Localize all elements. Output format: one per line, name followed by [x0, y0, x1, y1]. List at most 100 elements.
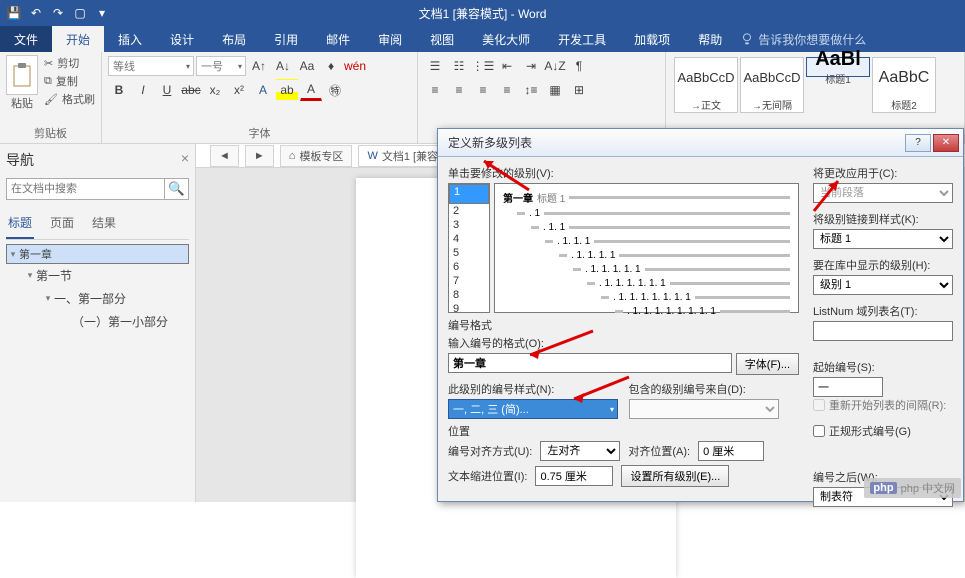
- apply-to-combo[interactable]: 当前段落: [813, 183, 953, 203]
- strike-button[interactable]: abc: [180, 79, 202, 101]
- style-item-nospacing[interactable]: AaBbCcD →无间隔: [740, 57, 804, 113]
- tree-item[interactable]: ▾一、第一部分: [6, 287, 189, 310]
- bold-button[interactable]: B: [108, 79, 130, 101]
- styles-gallery[interactable]: AaBbCcD →正文 AaBbCcD →无间隔 AaBl 标题1 AaBbC …: [672, 55, 958, 115]
- font-size-combo[interactable]: 一号: [196, 56, 246, 76]
- format-painter-button[interactable]: 🖌格式刷: [44, 91, 95, 107]
- tab-home[interactable]: 开始: [52, 26, 104, 52]
- tab-addins[interactable]: 加载项: [620, 26, 684, 52]
- tree-item[interactable]: （一）第一小部分: [6, 310, 189, 333]
- line-spacing-button[interactable]: ↕≡: [520, 79, 542, 101]
- close-button[interactable]: ✕: [933, 134, 959, 152]
- collapse-icon[interactable]: ▾: [7, 249, 19, 260]
- doctab-back[interactable]: ◄: [210, 145, 239, 167]
- tab-review[interactable]: 审阅: [364, 26, 416, 52]
- doctab-templates[interactable]: ⌂模板专区: [280, 145, 353, 167]
- list-item[interactable]: 4: [449, 232, 489, 246]
- start-at-input[interactable]: [813, 377, 883, 397]
- cut-button[interactable]: ✂剪切: [44, 55, 95, 71]
- tab-view[interactable]: 视图: [416, 26, 468, 52]
- sort-button[interactable]: A↓Z: [544, 55, 566, 77]
- show-marks-button[interactable]: ¶: [568, 55, 590, 77]
- collapse-icon[interactable]: ▾: [42, 293, 54, 304]
- list-item[interactable]: 3: [449, 218, 489, 232]
- set-all-levels-button[interactable]: 设置所有级别(E)...: [621, 465, 729, 487]
- tab-developer[interactable]: 开发工具: [544, 26, 620, 52]
- shading-button[interactable]: ▦: [544, 79, 566, 101]
- collapse-icon[interactable]: ▾: [24, 270, 36, 281]
- change-case-button[interactable]: Aa: [296, 55, 318, 77]
- save-icon[interactable]: 💾: [4, 3, 24, 23]
- listnum-input[interactable]: [813, 321, 953, 341]
- style-item-normal[interactable]: AaBbCcD →正文: [674, 57, 738, 113]
- tab-insert[interactable]: 插入: [104, 26, 156, 52]
- paste-button[interactable]: [6, 55, 38, 95]
- tree-item[interactable]: ▾第一章: [6, 244, 189, 264]
- copy-button[interactable]: ⧉复制: [44, 73, 95, 89]
- subscript-button[interactable]: x₂: [204, 79, 226, 101]
- highlight-button[interactable]: ab: [276, 79, 298, 101]
- tab-help[interactable]: 帮助: [684, 26, 736, 52]
- list-item[interactable]: 2: [449, 204, 489, 218]
- align-left-button[interactable]: ≡: [424, 79, 446, 101]
- numbering-button[interactable]: ☷: [448, 55, 470, 77]
- navtab-results[interactable]: 结果: [90, 210, 118, 239]
- redo-icon[interactable]: ↷: [48, 3, 68, 23]
- italic-button[interactable]: I: [132, 79, 154, 101]
- font-button[interactable]: 字体(F)...: [736, 353, 799, 375]
- tab-references[interactable]: 引用: [260, 26, 312, 52]
- align-right-button[interactable]: ≡: [472, 79, 494, 101]
- increase-indent-button[interactable]: ⇥: [520, 55, 542, 77]
- doctab-forward[interactable]: ►: [245, 145, 274, 167]
- underline-button[interactable]: U: [156, 79, 178, 101]
- number-format-input[interactable]: [448, 353, 732, 373]
- tab-design[interactable]: 设计: [156, 26, 208, 52]
- legal-format-checkbox[interactable]: 正规形式编号(G): [813, 423, 953, 439]
- link-style-combo[interactable]: 标题 1: [813, 229, 953, 249]
- decrease-indent-button[interactable]: ⇤: [496, 55, 518, 77]
- tab-layout[interactable]: 布局: [208, 26, 260, 52]
- text-effects-button[interactable]: A: [252, 79, 274, 101]
- navtab-headings[interactable]: 标题: [6, 210, 34, 239]
- tab-beautify[interactable]: 美化大师: [468, 26, 544, 52]
- restart-checkbox[interactable]: 重新开始列表的间隔(R):: [813, 397, 953, 413]
- number-style-combo[interactable]: 一, 二, 三 (简)...: [448, 399, 618, 419]
- list-item[interactable]: 8: [449, 288, 489, 302]
- tab-mailings[interactable]: 邮件: [312, 26, 364, 52]
- font-color-button[interactable]: A: [300, 79, 322, 101]
- undo-icon[interactable]: ↶: [26, 3, 46, 23]
- help-button[interactable]: ?: [905, 134, 931, 152]
- style-item-heading1[interactable]: AaBl 标题1: [806, 57, 870, 77]
- level-listbox[interactable]: 1 2 3 4 5 6 7 8 9: [448, 183, 490, 313]
- nav-close-button[interactable]: ×: [181, 150, 189, 170]
- style-item-heading2[interactable]: AaBbC 标题2: [872, 57, 936, 113]
- list-item[interactable]: 6: [449, 260, 489, 274]
- bullets-button[interactable]: ☰: [424, 55, 446, 77]
- font-name-combo[interactable]: 等线: [108, 56, 194, 76]
- indent-input[interactable]: [535, 466, 613, 486]
- multilevel-button[interactable]: ⋮☰: [472, 55, 494, 77]
- dialog-titlebar[interactable]: 定义新多级列表 ? ✕: [438, 129, 963, 157]
- search-button[interactable]: 🔍: [165, 178, 189, 200]
- list-item[interactable]: 7: [449, 274, 489, 288]
- new-doc-icon[interactable]: ▢: [70, 3, 90, 23]
- list-item[interactable]: 5: [449, 246, 489, 260]
- tree-item[interactable]: ▾第一节: [6, 264, 189, 287]
- clear-format-button[interactable]: ♦: [320, 55, 342, 77]
- qat-more-icon[interactable]: ▾: [92, 3, 112, 23]
- navtab-pages[interactable]: 页面: [48, 210, 76, 239]
- borders-button[interactable]: ⊞: [568, 79, 590, 101]
- list-item[interactable]: 9: [449, 302, 489, 313]
- enclosed-char-button[interactable]: ㊕: [324, 79, 346, 101]
- shrink-font-button[interactable]: A↓: [272, 55, 294, 77]
- search-input[interactable]: [6, 178, 165, 200]
- tab-file[interactable]: 文件: [0, 26, 52, 52]
- align-at-input[interactable]: [698, 441, 764, 461]
- list-item[interactable]: 1: [449, 184, 489, 204]
- gallery-level-combo[interactable]: 级别 1: [813, 275, 953, 295]
- phonetic-guide-button[interactable]: wén: [344, 55, 366, 77]
- justify-button[interactable]: ≡: [496, 79, 518, 101]
- align-combo[interactable]: 左对齐: [540, 441, 620, 461]
- align-center-button[interactable]: ≡: [448, 79, 470, 101]
- superscript-button[interactable]: x²: [228, 79, 250, 101]
